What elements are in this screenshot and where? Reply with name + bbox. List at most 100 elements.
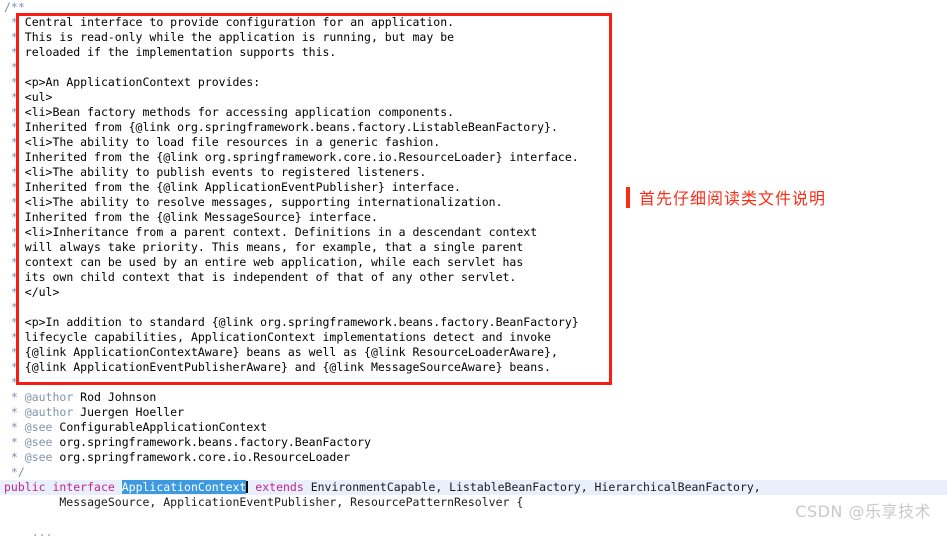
space-2 xyxy=(115,480,122,494)
code-line-javadoc-tag: * @author Rod Johnson xyxy=(0,390,947,405)
javadoc-tags: * @author Rod Johnson * @author Juergen … xyxy=(0,390,947,465)
code-line-javadoc: * <ul> xyxy=(0,90,947,105)
code-line-javadoc: * </ul> xyxy=(0,285,947,300)
selected-type-name[interactable]: ApplicationContext xyxy=(121,480,247,494)
code-line-javadoc: * its own child context that is independ… xyxy=(0,270,947,285)
code-line-javadoc: * xyxy=(0,60,947,75)
code-line-javadoc: * Inherited from the {@link org.springfr… xyxy=(0,150,947,165)
comment-star: * xyxy=(4,435,25,449)
javadoc-tag-value: org.springframework.core.io.ResourceLoad… xyxy=(52,450,351,464)
javadoc-text: context can be used by an entire web app… xyxy=(17,255,524,269)
comment-star: * xyxy=(4,60,18,74)
comment-star: * xyxy=(4,300,18,314)
comment-star: * xyxy=(4,135,18,149)
comment-star: * xyxy=(4,30,18,44)
note-text: 首先仔细阅读类文件说明 xyxy=(639,189,827,208)
javadoc-tag-keyword: @author xyxy=(24,390,74,404)
code-editor-surface[interactable]: /** * Central interface to provide confi… xyxy=(0,0,947,539)
comment-star: * xyxy=(4,210,18,224)
supertypes-line-2: MessageSource, ApplicationEventPublisher… xyxy=(4,495,524,509)
javadoc-tag-value: Rod Johnson xyxy=(73,390,157,404)
javadoc-text: <p>An ApplicationContext provides: xyxy=(17,75,261,89)
comment-star: * xyxy=(4,360,18,374)
comment-star: * xyxy=(4,375,18,389)
code-line-comment-close: */ xyxy=(0,465,947,480)
javadoc-tag-value: org.springframework.beans.factory.BeanFa… xyxy=(52,435,371,449)
javadoc-text: its own child context that is independen… xyxy=(17,270,517,284)
code-line-javadoc-tag: * @see org.springframework.beans.factory… xyxy=(0,435,947,450)
code-line-javadoc: * will always take priority. This means,… xyxy=(0,240,947,255)
javadoc-text: <li>The ability to publish events to reg… xyxy=(17,165,427,179)
red-annotation-note: 首先仔细阅读类文件说明 xyxy=(626,185,826,209)
javadoc-tag-keyword: @author xyxy=(24,405,74,419)
code-line-javadoc: * Inherited from the {@link MessageSourc… xyxy=(0,210,947,225)
javadoc-tag-keyword: @see xyxy=(24,435,53,449)
code-line-javadoc-tag: * @see org.springframework.core.io.Resou… xyxy=(0,450,947,465)
comment-star: * xyxy=(4,405,25,419)
code-line-javadoc: * {@link ApplicationEventPublisherAware}… xyxy=(0,360,947,375)
code-line-javadoc: * reloaded if the implementation support… xyxy=(0,45,947,60)
javadoc-text: Central interface to provide configurati… xyxy=(17,15,455,29)
comment-open-delimiter: /** xyxy=(4,0,25,14)
comment-star: * xyxy=(4,345,18,359)
comment-star: * xyxy=(4,15,18,29)
comment-star: * xyxy=(4,315,18,329)
code-line-javadoc: * xyxy=(0,300,947,315)
code-line-javadoc: * context can be used by an entire web a… xyxy=(0,255,947,270)
javadoc-text: <li>Inheritance from a parent context. D… xyxy=(17,225,538,239)
javadoc-text: will always take priority. This means, f… xyxy=(17,240,524,254)
comment-star: * xyxy=(4,90,18,104)
code-line-javadoc: * Central interface to provide configura… xyxy=(0,15,947,30)
comment-star: * xyxy=(4,180,18,194)
keyword-extends: extends xyxy=(255,480,304,494)
javadoc-text: This is read-only while the application … xyxy=(17,30,455,44)
javadoc-text: Inherited from the {@link org.springfram… xyxy=(17,150,579,164)
code-line-javadoc: * This is read-only while the applicatio… xyxy=(0,30,947,45)
comment-star: * xyxy=(4,270,18,284)
code-fold-ellipsis[interactable]: ... xyxy=(32,525,53,539)
code-line-comment-open: /** xyxy=(0,0,947,15)
code-line-javadoc-tag: * @see ConfigurableApplicationContext xyxy=(0,420,947,435)
code-line-javadoc: * <li>The ability to publish events to r… xyxy=(0,165,947,180)
comment-star: * xyxy=(4,165,18,179)
code-line-javadoc: * <li>Bean factory methods for accessing… xyxy=(0,105,947,120)
comment-star: * xyxy=(4,45,18,59)
code-line-javadoc: * <li>Inheritance from a parent context.… xyxy=(0,225,947,240)
comment-star: * xyxy=(4,390,25,404)
javadoc-text: <li>Bean factory methods for accessing a… xyxy=(17,105,455,119)
javadoc-text: lifecycle capabilities, ApplicationConte… xyxy=(17,330,551,344)
code-line-javadoc: * lifecycle capabilities, ApplicationCon… xyxy=(0,330,947,345)
javadoc-tag-keyword: @see xyxy=(24,420,53,434)
comment-star: * xyxy=(4,255,18,269)
javadoc-text: Inherited from the {@link MessageSource}… xyxy=(17,210,378,224)
code-line-javadoc-tag: * @author Juergen Hoeller xyxy=(0,405,947,420)
csdn-watermark: CSDN @乐享技术 xyxy=(795,502,931,521)
comment-star: * xyxy=(4,285,18,299)
keyword-public: public xyxy=(4,480,46,494)
javadoc-text: {@link ApplicationContextAware} beans as… xyxy=(17,345,558,359)
comment-close-delimiter: */ xyxy=(4,465,25,479)
note-accent-bar xyxy=(626,186,630,208)
comment-star: * xyxy=(4,450,25,464)
javadoc-text: <li>The ability to load file resources i… xyxy=(17,135,441,149)
comment-star: * xyxy=(4,240,18,254)
javadoc-text: reloaded if the implementation supports … xyxy=(17,45,337,59)
code-line-javadoc: * <li>The ability to load file resources… xyxy=(0,135,947,150)
comment-star: * xyxy=(4,150,18,164)
comment-star: * xyxy=(4,75,18,89)
javadoc-text: </ul> xyxy=(17,285,60,299)
comment-star: * xyxy=(4,105,18,119)
code-line-fold[interactable]: ... xyxy=(0,525,947,540)
supertypes-line-1: EnvironmentCapable, ListableBeanFactory,… xyxy=(303,480,761,494)
javadoc-tag-value: ConfigurableApplicationContext xyxy=(52,420,268,434)
code-line-declaration[interactable]: public interface ApplicationContext exte… xyxy=(0,480,947,495)
comment-star: * xyxy=(4,120,18,134)
code-line-javadoc: * <p>An ApplicationContext provides: xyxy=(0,75,947,90)
fold-indent xyxy=(4,525,32,539)
javadoc-text: {@link ApplicationEventPublisherAware} a… xyxy=(17,360,551,374)
comment-star: * xyxy=(4,420,25,434)
javadoc-tag-keyword: @see xyxy=(24,450,53,464)
keyword-interface: interface xyxy=(52,480,115,494)
javadoc-text: Inherited from {@link org.springframewor… xyxy=(17,120,558,134)
code-line-javadoc: * <p>In addition to standard {@link org.… xyxy=(0,315,947,330)
